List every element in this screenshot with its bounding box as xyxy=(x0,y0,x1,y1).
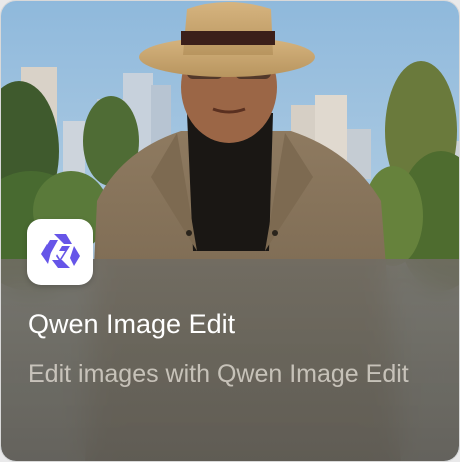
qwen-logo-glyph xyxy=(41,234,80,268)
card-description: Edit images with Qwen Image Edit xyxy=(28,360,409,388)
card-title: Qwen Image Edit xyxy=(28,309,236,339)
app-card-qwen-image-edit[interactable]: Qwen Image Edit Edit images with Qwen Im… xyxy=(0,0,460,462)
qwen-logo-icon xyxy=(27,219,93,285)
